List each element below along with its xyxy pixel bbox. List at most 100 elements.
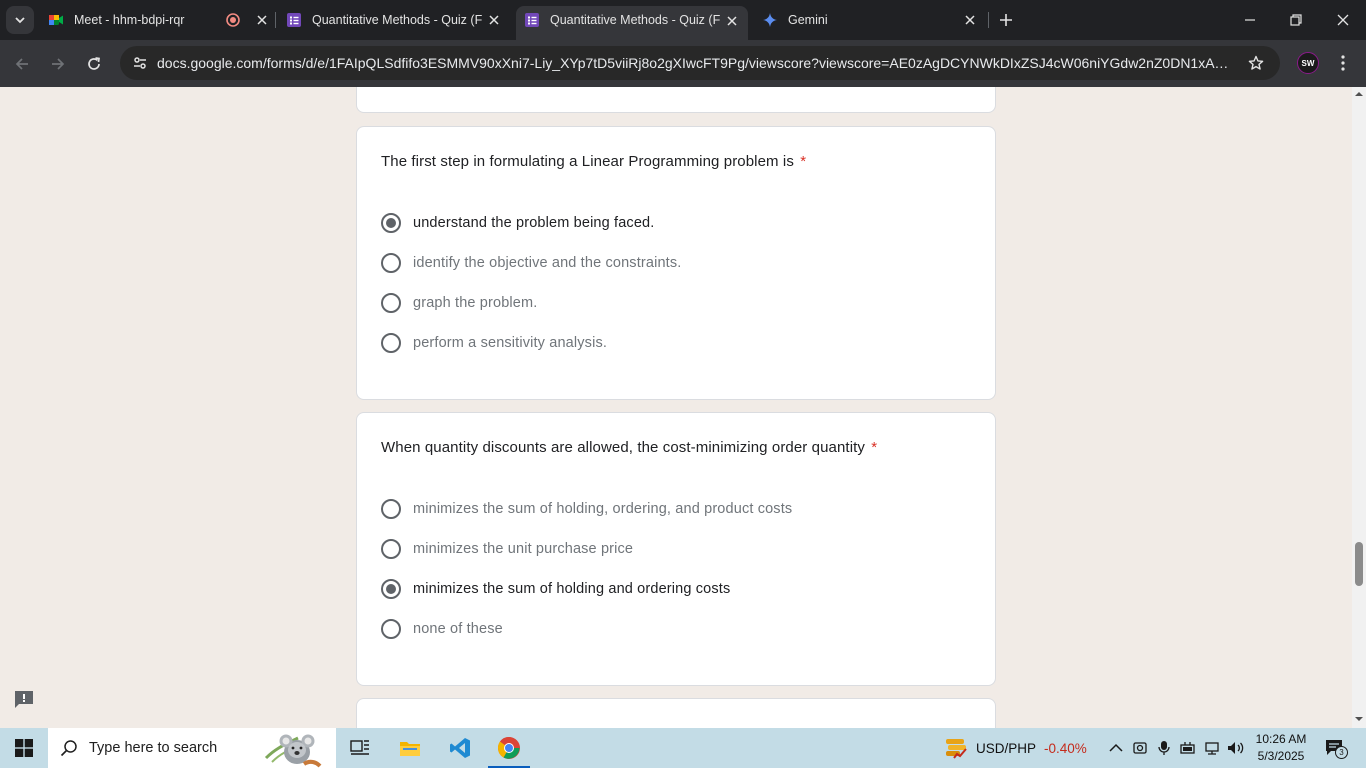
profile-avatar[interactable]: SW (1297, 52, 1319, 74)
tab-strip: Meet - hhm-bdpi-rqr Quantitative Methods… (0, 0, 1366, 40)
report-feedback-button[interactable] (13, 689, 35, 709)
recording-icon (226, 13, 240, 27)
back-button[interactable] (10, 52, 34, 76)
search-placeholder: Type here to search (89, 740, 218, 756)
google-forms-icon (525, 13, 539, 27)
option-radio[interactable]: minimizes the sum of holding, ordering, … (381, 497, 792, 521)
radio-button-checked[interactable] (381, 213, 401, 233)
option-label: graph the problem. (413, 295, 538, 311)
option-radio[interactable]: none of these (381, 617, 503, 641)
minimize-icon (1245, 19, 1255, 21)
new-tab-button[interactable] (996, 10, 1016, 30)
scroll-up-arrow-icon[interactable] (1355, 90, 1363, 98)
vscode-icon (450, 738, 470, 758)
tab-title: Meet - hhm-bdpi-rqr (74, 13, 185, 27)
tray-network-button[interactable] (1202, 738, 1222, 758)
radio-button[interactable] (381, 253, 401, 273)
tab-separator (275, 12, 276, 28)
close-icon (965, 15, 975, 25)
tune-icon (134, 57, 146, 69)
page-scrollbar[interactable] (1352, 87, 1366, 728)
radio-button[interactable] (381, 499, 401, 519)
browser-menu-button[interactable] (1333, 52, 1353, 74)
show-hidden-icons-button[interactable] (1106, 738, 1126, 758)
close-tab-button[interactable] (486, 12, 502, 28)
close-tab-button[interactable] (962, 12, 978, 28)
site-info-button[interactable] (128, 51, 152, 75)
close-icon (257, 15, 267, 25)
plus-icon (1000, 14, 1012, 26)
close-icon (489, 15, 499, 25)
more-vert-icon (1341, 55, 1345, 71)
koala-search-highlight-icon (264, 734, 322, 768)
taskbar-file-explorer[interactable] (386, 728, 434, 768)
microphone-icon (1158, 741, 1170, 755)
task-view-button[interactable] (336, 728, 384, 768)
tab-quiz-1[interactable]: Quantitative Methods - Quiz (F (286, 6, 502, 34)
option-radio[interactable]: understand the problem being faced. (381, 211, 654, 235)
option-label: perform a sensitivity analysis. (413, 335, 608, 351)
option-radio[interactable]: perform a sensitivity analysis. (381, 331, 607, 355)
address-bar[interactable]: docs.google.com/forms/d/e/1FAIpQLSdfifo3… (120, 46, 1280, 80)
clock-date: 5/3/2025 (1257, 749, 1305, 763)
radio-button[interactable] (381, 333, 401, 353)
option-radio[interactable]: minimizes the unit purchase price (381, 537, 633, 561)
close-tab-button[interactable] (724, 13, 740, 29)
radio-button[interactable] (381, 539, 401, 559)
tray-camera-button[interactable] (1130, 738, 1150, 758)
option-radio[interactable]: identify the objective and the constrain… (381, 251, 681, 275)
tray-microphone-button[interactable] (1154, 738, 1174, 758)
forward-button[interactable] (46, 52, 70, 76)
reload-button[interactable] (82, 52, 106, 76)
scrollbar-thumb[interactable] (1355, 542, 1363, 586)
taskbar-search-box[interactable]: Type here to search (48, 728, 336, 768)
tab-search-button[interactable] (6, 6, 34, 34)
option-radio[interactable]: minimizes the sum of holding and orderin… (381, 577, 730, 601)
windows-taskbar: Type here to search USD/PHP -0.40% 10:26… (0, 728, 1366, 768)
task-view-icon (350, 740, 369, 755)
windows-logo-icon (15, 739, 33, 757)
start-button[interactable] (0, 728, 48, 768)
form-page: The first step in formulating a Linear P… (0, 87, 1352, 728)
scroll-down-arrow-icon[interactable] (1355, 715, 1363, 723)
reload-icon (88, 57, 100, 70)
tray-volume-button[interactable] (1226, 738, 1246, 758)
taskbar-clock[interactable]: 10:26 AM 5/3/2025 (1251, 731, 1311, 765)
radio-button[interactable] (381, 293, 401, 313)
close-icon (727, 16, 737, 26)
question-text: When quantity discounts are allowed, the… (381, 439, 866, 456)
next-question-card (356, 698, 996, 728)
close-tab-button[interactable] (254, 12, 270, 28)
close-window-button[interactable] (1333, 10, 1353, 30)
option-label: identify the objective and the constrain… (413, 255, 682, 271)
taskbar-chrome[interactable] (485, 728, 533, 768)
coins-chart-icon (946, 739, 967, 759)
notification-center-button[interactable]: 3 (1322, 736, 1348, 760)
taskbar-vscode[interactable] (436, 728, 484, 768)
tray-battery-button[interactable] (1178, 738, 1198, 758)
ticker-pair: USD/PHP (976, 740, 1037, 756)
radio-button[interactable] (381, 619, 401, 639)
radio-button-checked[interactable] (381, 579, 401, 599)
bookmark-button[interactable] (1246, 53, 1266, 73)
currency-widget[interactable]: USD/PHP -0.40% (944, 728, 1087, 768)
minimize-button[interactable] (1240, 10, 1260, 30)
arrow-right-icon (52, 58, 65, 70)
tab-title: Gemini (788, 13, 828, 27)
question-card-1: The first step in formulating a Linear P… (356, 126, 996, 400)
required-asterisk: * (800, 153, 807, 170)
option-label: minimizes the sum of holding and orderin… (413, 581, 731, 597)
option-label: none of these (413, 621, 503, 637)
previous-question-card (356, 87, 996, 113)
notification-count: 3 (1335, 746, 1348, 759)
tab-meet[interactable]: Meet - hhm-bdpi-rqr (48, 6, 270, 34)
tab-quiz-2-active[interactable]: Quantitative Methods - Quiz (F (516, 6, 748, 40)
google-meet-icon (49, 15, 63, 25)
restore-button[interactable] (1286, 10, 1306, 30)
url-text[interactable]: docs.google.com/forms/d/e/1FAIpQLSdfifo3… (157, 55, 1229, 71)
network-icon (1205, 742, 1219, 755)
feedback-icon (15, 691, 33, 708)
option-radio[interactable]: graph the problem. (381, 291, 537, 315)
chrome-icon (497, 736, 520, 759)
tab-gemini[interactable]: Gemini (762, 6, 978, 34)
